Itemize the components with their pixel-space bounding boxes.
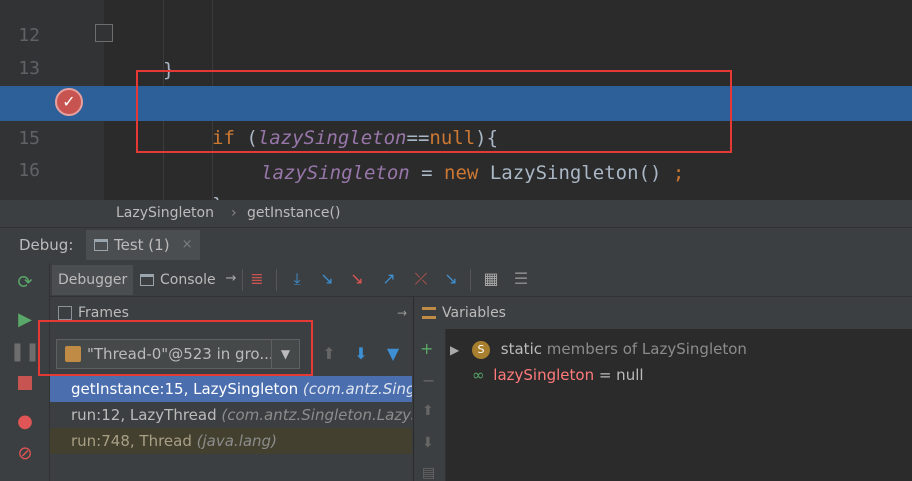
step-over-icon[interactable]: ⤓ bbox=[286, 268, 308, 290]
highlight-box bbox=[38, 320, 313, 376]
tab-console[interactable]: Console bbox=[134, 265, 222, 295]
frame-row[interactable]: run:748, Thread (java.lang) bbox=[50, 428, 412, 454]
field-watch-icon: ∞ bbox=[472, 366, 485, 384]
divider bbox=[470, 269, 471, 291]
mute-breakpoints-icon[interactable]: ⊘ bbox=[12, 440, 38, 466]
breakpoint-icon[interactable]: ✓ bbox=[55, 88, 83, 116]
console-tab-label: Console bbox=[160, 272, 216, 288]
session-tab-label: Test (1) bbox=[114, 236, 170, 254]
variables-icon bbox=[422, 307, 436, 319]
variable-row-static[interactable]: ▶ S static members of LazySingleton bbox=[450, 336, 747, 362]
move-up-icon[interactable]: ⬆ bbox=[422, 403, 434, 419]
view-breakpoints-icon[interactable]: ● bbox=[12, 408, 38, 434]
show-execution-point-icon[interactable]: ≣ bbox=[246, 268, 268, 290]
frame-method: run:748, Thread bbox=[71, 432, 192, 450]
rerun-icon[interactable]: ⟳ bbox=[12, 269, 38, 295]
divider bbox=[276, 269, 277, 291]
filter-icon[interactable]: ▼ bbox=[382, 343, 404, 365]
debug-label: Debug: bbox=[19, 236, 74, 254]
next-frame-icon[interactable]: ⬇ bbox=[350, 343, 372, 365]
variables-panel: Variables + − ⬆ ⬇ ▤ ▶ S static members o… bbox=[414, 297, 912, 481]
frame-method: getInstance:15, LazySingleton bbox=[71, 380, 299, 398]
pin-icon[interactable]: → bbox=[397, 297, 407, 329]
console-icon bbox=[140, 274, 154, 286]
variable-name: lazySingleton bbox=[493, 366, 595, 384]
expand-arrow-icon[interactable]: ▶ bbox=[450, 343, 459, 357]
frame-row[interactable]: getInstance:15, LazySingleton (com.antz.… bbox=[50, 376, 412, 402]
fold-toggle-icon[interactable] bbox=[95, 24, 113, 42]
static-members-text: members of LazySingleton bbox=[541, 340, 747, 358]
variables-title-label: Variables bbox=[442, 305, 506, 321]
debugger-toolbar: Debugger Console → ≣ ⤓ ↘ ↘ ↗ ⤫ ↘ ▦ ☰ bbox=[50, 263, 912, 297]
tab-debugger[interactable]: Debugger bbox=[52, 265, 134, 295]
frames-icon bbox=[58, 306, 72, 320]
copy-icon[interactable]: ▤ bbox=[422, 465, 435, 481]
variable-row[interactable]: ∞ lazySingleton = null bbox=[472, 362, 644, 388]
breadcrumb: LazySingleton › getInstance() bbox=[0, 200, 912, 227]
frame-package: (com.antz.Singleton.LazySingleton) bbox=[221, 406, 412, 424]
variables-actions-strip: + − ⬆ ⬇ ▤ bbox=[414, 329, 446, 481]
code-line-13[interactable]: 13 public static LazySingleton getInstan… bbox=[0, 16, 912, 114]
variable-value: = null bbox=[594, 366, 644, 384]
pin-icon[interactable]: → bbox=[220, 268, 242, 290]
run-config-icon bbox=[94, 239, 108, 251]
move-down-icon[interactable]: ⬇ bbox=[422, 435, 434, 451]
frame-package: (com.antz.Singleton.LazySingleton) bbox=[302, 380, 412, 398]
force-step-into-icon[interactable]: ↘ bbox=[346, 268, 368, 290]
new-watch-icon[interactable]: + bbox=[420, 339, 433, 358]
variables-title: Variables bbox=[414, 297, 912, 329]
line-number: 17 bbox=[0, 191, 40, 200]
resume-icon[interactable]: ▶ bbox=[12, 306, 38, 332]
trace-icon[interactable]: ☰ bbox=[510, 268, 532, 290]
stop-icon[interactable] bbox=[12, 370, 38, 396]
frame-row[interactable]: run:12, LazyThread (com.antz.Singleton.L… bbox=[50, 402, 412, 428]
divider bbox=[242, 269, 243, 291]
close-icon[interactable]: × bbox=[182, 230, 193, 260]
previous-frame-icon[interactable]: ⬆ bbox=[318, 343, 340, 365]
highlight-box bbox=[136, 70, 732, 153]
drop-frame-icon[interactable]: ⤫ bbox=[410, 268, 432, 290]
breadcrumb-separator: › bbox=[231, 205, 237, 221]
debug-tool-window-header: Debug: Test (1) × bbox=[0, 227, 912, 263]
run-to-cursor-icon[interactable]: ↘ bbox=[440, 268, 462, 290]
step-into-icon[interactable]: ↘ bbox=[316, 268, 338, 290]
frames-panel: Frames → "Thread-0"@523 in gro... ▼ ⬆ ⬇ … bbox=[38, 297, 414, 481]
breadcrumb-class[interactable]: LazySingleton bbox=[116, 200, 214, 227]
code-line-17[interactable]: 17 return lazySingleton ; bbox=[0, 156, 912, 200]
tab-debug-session[interactable]: Test (1) × bbox=[86, 230, 201, 260]
remove-watch-icon[interactable]: − bbox=[422, 371, 435, 390]
evaluate-expression-icon[interactable]: ▦ bbox=[480, 268, 502, 290]
breadcrumb-method[interactable]: getInstance() bbox=[247, 200, 340, 227]
frame-package: (java.lang) bbox=[196, 432, 277, 450]
static-label: static bbox=[500, 340, 542, 358]
step-out-icon[interactable]: ↗ bbox=[378, 268, 400, 290]
frame-method: run:12, LazyThread bbox=[71, 406, 217, 424]
pause-icon[interactable]: ❚❚ bbox=[10, 338, 40, 364]
static-icon: S bbox=[472, 340, 491, 359]
frames-title-label: Frames bbox=[78, 305, 129, 321]
code-editor[interactable]: 12 } 13 public static LazySingleton getI… bbox=[0, 0, 912, 200]
